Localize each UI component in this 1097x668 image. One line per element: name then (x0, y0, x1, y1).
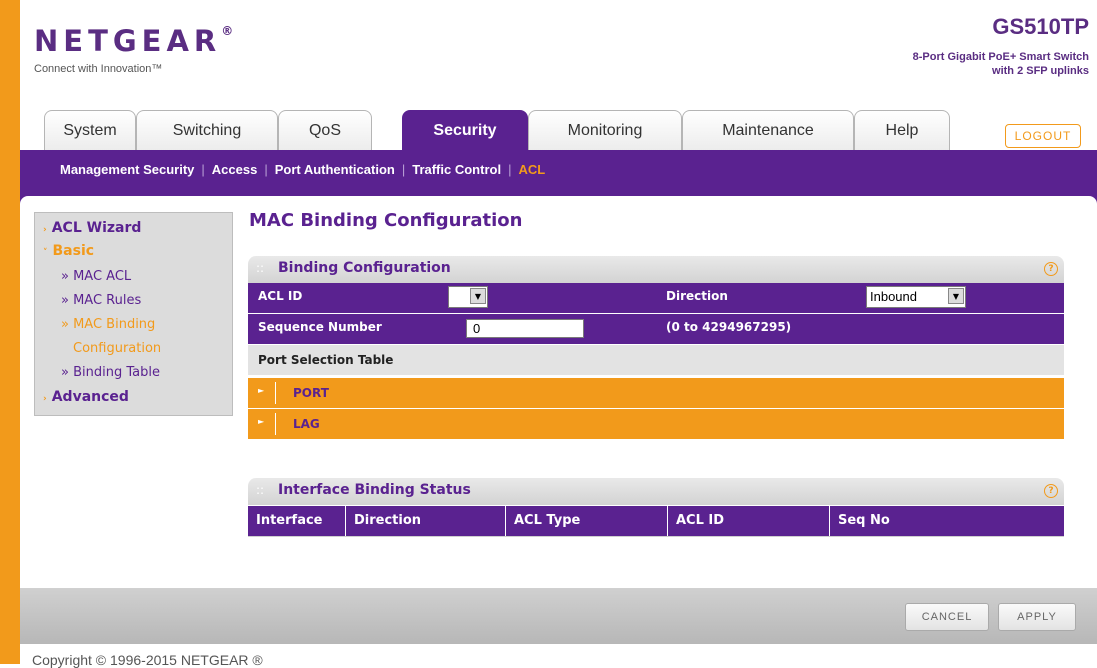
subnav-management-security[interactable]: Management Security (60, 162, 194, 177)
subnav-access[interactable]: Access (212, 162, 258, 177)
tab-maintenance[interactable]: Maintenance (682, 110, 854, 151)
tab-switching[interactable]: Switching (136, 110, 278, 151)
port-expand-row[interactable]: ► PORT (248, 378, 1064, 409)
subnav-acl[interactable]: ACL (518, 162, 545, 177)
help-icon[interactable]: ? (1044, 484, 1058, 498)
page: NETGEAR® Connect with Innovation™ GS510T… (20, 0, 1097, 668)
model-name: GS510TP (992, 14, 1089, 39)
divider (275, 382, 276, 404)
logo-text: NETGEAR (34, 24, 222, 58)
tab-security[interactable]: Security (402, 110, 528, 151)
chevron-down-icon: ˅ (43, 248, 48, 258)
logo-mark: ® (221, 24, 234, 38)
acl-id-select[interactable]: ▼ (448, 286, 488, 308)
sequence-number-label: Sequence Number (258, 320, 382, 334)
sequence-number-row: Sequence Number 0 (0 to 4294967295) (248, 314, 1064, 344)
help-icon[interactable]: ? (1044, 262, 1058, 276)
column-direction: Direction (346, 506, 506, 536)
acl-id-direction-row: ACL ID ▼ Direction Inbound ▼ (248, 283, 1064, 314)
expand-arrow-icon[interactable]: ► (258, 386, 264, 395)
logout-button[interactable]: LOGOUT (1005, 124, 1081, 148)
dropdown-arrow-icon: ▼ (948, 288, 964, 304)
tab-system[interactable]: System (44, 110, 136, 151)
subnav-separator: | (201, 162, 205, 177)
acl-id-label: ACL ID (258, 289, 303, 303)
cancel-button[interactable]: CANCEL (905, 603, 989, 631)
menu-acl-wizard-label: ACL Wizard (51, 220, 142, 236)
menu-mac-acl[interactable]: » MAC ACL (61, 269, 131, 284)
copyright: Copyright © 1996-2015 NETGEAR ® (32, 652, 263, 668)
binding-configuration-title: Binding Configuration (278, 260, 451, 276)
lag-expand-row[interactable]: ► LAG (248, 409, 1064, 440)
port-selection-label: Port Selection Table (258, 353, 394, 367)
tagline: Connect with Innovation™ (34, 63, 163, 75)
tab-monitoring[interactable]: Monitoring (528, 110, 682, 151)
menu-acl-wizard[interactable]: › ACL Wizard (43, 220, 141, 236)
side-menu: › ACL Wizard ˅ Basic » MAC ACL » MAC Rules… (34, 212, 233, 416)
menu-mac-binding-configuration[interactable]: » MAC Binding (61, 317, 155, 332)
direction-label: Direction (666, 289, 728, 303)
column-acl-id: ACL ID (668, 506, 830, 536)
dropdown-arrow-icon: ▼ (470, 288, 486, 304)
model-description: 8-Port Gigabit PoE+ Smart Switch with 2 … (913, 50, 1089, 78)
menu-advanced-label: Advanced (51, 389, 129, 405)
menu-binding-table[interactable]: » Binding Table (61, 365, 160, 380)
subnav-separator: | (401, 162, 406, 177)
interface-binding-status-header: :: Interface Binding Status ? (248, 478, 1064, 505)
expand-arrow-icon[interactable]: ► (258, 417, 264, 426)
page-title: MAC Binding Configuration (249, 210, 523, 231)
column-interface: Interface (248, 506, 346, 536)
tab-help[interactable]: Help (854, 110, 950, 151)
port-selection-row: Port Selection Table (248, 345, 1064, 375)
divider (275, 413, 276, 435)
sub-navigation: Management Security | Access | Port Authenti… (20, 150, 1097, 190)
interface-binding-status-title: Interface Binding Status (278, 482, 471, 498)
model-desc-line-1: 8-Port Gigabit PoE+ Smart Switch (912, 51, 1089, 63)
menu-mac-rules[interactable]: » MAC Rules (61, 293, 141, 308)
menu-mac-binding-configuration-line2[interactable]: Configuration (73, 341, 161, 356)
table-divider (248, 536, 1064, 537)
chevron-right-icon: › (43, 394, 47, 404)
sequence-number-input[interactable]: 0 (466, 319, 584, 338)
column-seq-no: Seq No (838, 513, 890, 528)
netgear-logo: NETGEAR® (34, 24, 233, 58)
direction-select[interactable]: Inbound ▼ (866, 286, 966, 308)
direction-value: Inbound (870, 289, 917, 304)
subnav-port-authentication[interactable]: Port Authentication (275, 162, 395, 177)
subnav-separator: | (264, 162, 268, 177)
menu-basic[interactable]: ˅ Basic (43, 243, 94, 259)
menu-advanced[interactable]: › Advanced (43, 389, 129, 405)
tab-qos[interactable]: QoS (278, 110, 372, 151)
subnav-separator: | (508, 162, 512, 177)
model-desc-line-2: with 2 SFP uplinks (992, 65, 1089, 77)
sequence-number-range: (0 to 4294967295) (666, 320, 792, 334)
drag-handle-icon: :: (256, 261, 265, 275)
binding-configuration-header: :: Binding Configuration ? (248, 256, 1064, 283)
interface-binding-status-table-header: Interface Direction ACL Type ACL ID Seq … (248, 506, 1064, 536)
subnav-traffic-control[interactable]: Traffic Control (412, 162, 501, 177)
drag-handle-icon: :: (256, 483, 265, 497)
chevron-right-icon: › (43, 225, 47, 235)
column-acl-type: ACL Type (506, 506, 668, 536)
menu-basic-label: Basic (52, 243, 95, 259)
apply-button[interactable]: APPLY (998, 603, 1076, 631)
port-label: PORT (293, 386, 329, 400)
lag-label: LAG (293, 417, 320, 431)
